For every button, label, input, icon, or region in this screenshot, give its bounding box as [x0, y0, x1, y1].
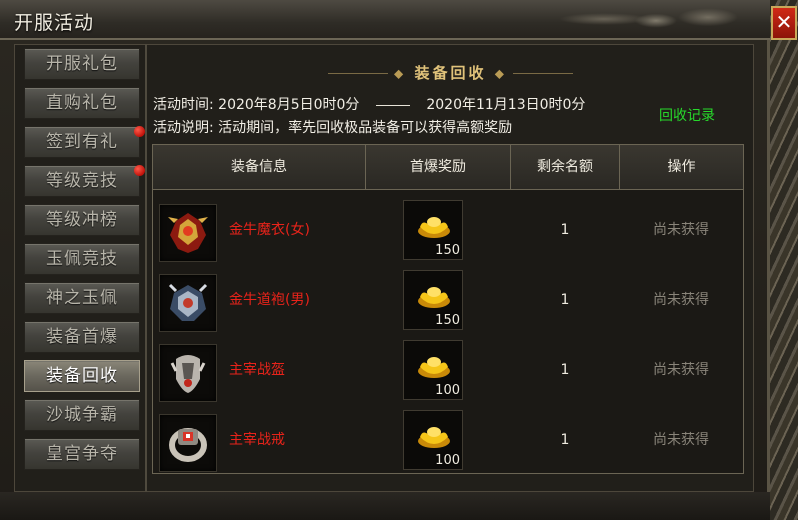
close-icon: ✕ — [775, 10, 793, 34]
time-start: 2020年8月5日0时0分 — [218, 97, 360, 113]
sidebar-item-recycle[interactable]: 装备回收 — [24, 360, 140, 392]
status-text: 尚未获得 — [653, 432, 709, 448]
heading-ornament — [328, 73, 389, 74]
table-row: 主宰战盔 100 1 尚未获得 — [153, 335, 743, 405]
sidebar-item-label: 装备回收 — [46, 366, 118, 386]
sidebar-item-first-drop[interactable]: 装备首爆 — [24, 321, 140, 353]
close-button[interactable]: ✕ — [771, 6, 797, 40]
bottom-frame — [0, 492, 770, 520]
status-text: 尚未获得 — [653, 362, 709, 378]
sidebar-item-divine-jade[interactable]: 神之玉佩 — [24, 282, 140, 314]
armor-female-icon[interactable] — [159, 204, 217, 262]
header-first-drop-reward: 首爆奖励 — [410, 159, 466, 175]
sidebar-item-label: 等级竞技 — [46, 171, 118, 191]
heading-ornament: ◆ — [394, 66, 407, 81]
event-description: 活动说明: 活动期间，率先回收极品装备可以获得高额奖励 — [153, 117, 512, 137]
dragon-ornament — [500, 2, 760, 36]
reward-amount: 150 — [435, 243, 460, 258]
table-row: 主宰战戒 100 1 尚未获得 — [153, 405, 743, 475]
remaining-count: 1 — [560, 222, 570, 238]
reward-slot[interactable]: 100 — [403, 340, 463, 400]
window-title: 开服活动 — [14, 12, 95, 34]
sidebar-item-level-rank[interactable]: 等级冲榜 — [24, 204, 140, 236]
robe-male-icon[interactable] — [159, 274, 217, 332]
sidebar-item-label: 沙城争霸 — [46, 405, 118, 425]
header-remaining: 剩余名额 — [537, 159, 593, 175]
gold-ingot-icon — [418, 357, 450, 378]
header-action: 操作 — [667, 159, 696, 175]
sidebar-item-label: 玉佩竞技 — [46, 249, 118, 269]
sidebar-item-level-compete[interactable]: 等级竞技 — [24, 165, 145, 197]
sidebar-item-label: 直购礼包 — [46, 93, 118, 113]
reward-amount: 150 — [435, 313, 460, 328]
sidebar-item-open-gift[interactable]: 开服礼包 — [24, 48, 140, 80]
table-row: 金牛道袍(男) 150 1 尚未获得 — [153, 265, 743, 335]
sidebar-item-direct-gift[interactable]: 直购礼包 — [24, 87, 140, 119]
sidebar-item-jade-compete[interactable]: 玉佩竞技 — [24, 243, 140, 275]
sidebar-item-castle-war[interactable]: 沙城争霸 — [24, 399, 140, 431]
reward-amount: 100 — [435, 453, 460, 468]
recycle-record-link[interactable]: 回收记录 — [659, 105, 715, 125]
sidebar-item-palace-war[interactable]: 皇宫争夺 — [24, 438, 140, 470]
table-header: 装备信息 首爆奖励 剩余名额 操作 — [153, 145, 743, 190]
desc-text: 活动期间，率先回收极品装备可以获得高额奖励 — [218, 120, 513, 136]
event-time: 活动时间: 2020年8月5日0时0分 2020年11月13日0时0分 — [153, 94, 585, 114]
notification-dot — [134, 165, 145, 176]
time-end: 2020年11月13日0时0分 — [426, 97, 586, 113]
remaining-count: 1 — [560, 432, 570, 448]
item-name: 金牛魔衣(女) — [229, 222, 310, 238]
gold-ingot-icon — [418, 427, 450, 448]
item-name: 主宰战戒 — [229, 432, 285, 448]
heading-ornament — [512, 73, 573, 74]
ring-icon[interactable] — [159, 414, 217, 472]
helmet-icon[interactable] — [159, 344, 217, 402]
reward-slot[interactable]: 150 — [403, 200, 463, 260]
status-text: 尚未获得 — [653, 222, 709, 238]
title-bar[interactable]: 开服活动 — [0, 0, 770, 40]
sidebar-item-signin[interactable]: 签到有礼 — [24, 126, 145, 158]
main-content: ◆ 装备回收 ◆ 活动时间: 2020年8月5日0时0分 2020年11月13日… — [147, 44, 754, 492]
status-text: 尚未获得 — [653, 292, 709, 308]
recycle-table: 装备信息 首爆奖励 剩余名额 操作 金牛魔衣(女) 150 1 尚未获得 金牛道… — [152, 144, 744, 474]
sidebar-item-label: 皇宫争夺 — [46, 444, 118, 464]
sidebar-item-label: 签到有礼 — [46, 132, 118, 152]
sidebar-item-label: 装备首爆 — [46, 327, 118, 347]
sidebar-item-label: 神之玉佩 — [46, 288, 118, 308]
time-label: 活动时间: — [153, 97, 214, 113]
desc-label: 活动说明: — [153, 120, 214, 136]
heading-text: 装备回收 — [414, 64, 487, 82]
section-heading: ◆ 装备回收 ◆ — [147, 62, 754, 83]
heading-ornament: ◆ — [494, 66, 507, 81]
reward-slot[interactable]: 150 — [403, 270, 463, 330]
sidebar-item-label: 等级冲榜 — [46, 210, 118, 230]
gold-ingot-icon — [418, 217, 450, 238]
item-name: 金牛道袍(男) — [229, 292, 310, 308]
item-name: 主宰战盔 — [229, 362, 285, 378]
time-separator — [375, 104, 410, 106]
reward-slot[interactable]: 100 — [403, 410, 463, 470]
sidebar-item-label: 开服礼包 — [46, 54, 118, 74]
remaining-count: 1 — [560, 292, 570, 308]
remaining-count: 1 — [560, 362, 570, 378]
header-equipment: 装备信息 — [231, 159, 287, 175]
notification-dot — [134, 126, 145, 137]
gold-ingot-icon — [418, 287, 450, 308]
table-row: 金牛魔衣(女) 150 1 尚未获得 — [153, 195, 743, 265]
reward-amount: 100 — [435, 383, 460, 398]
